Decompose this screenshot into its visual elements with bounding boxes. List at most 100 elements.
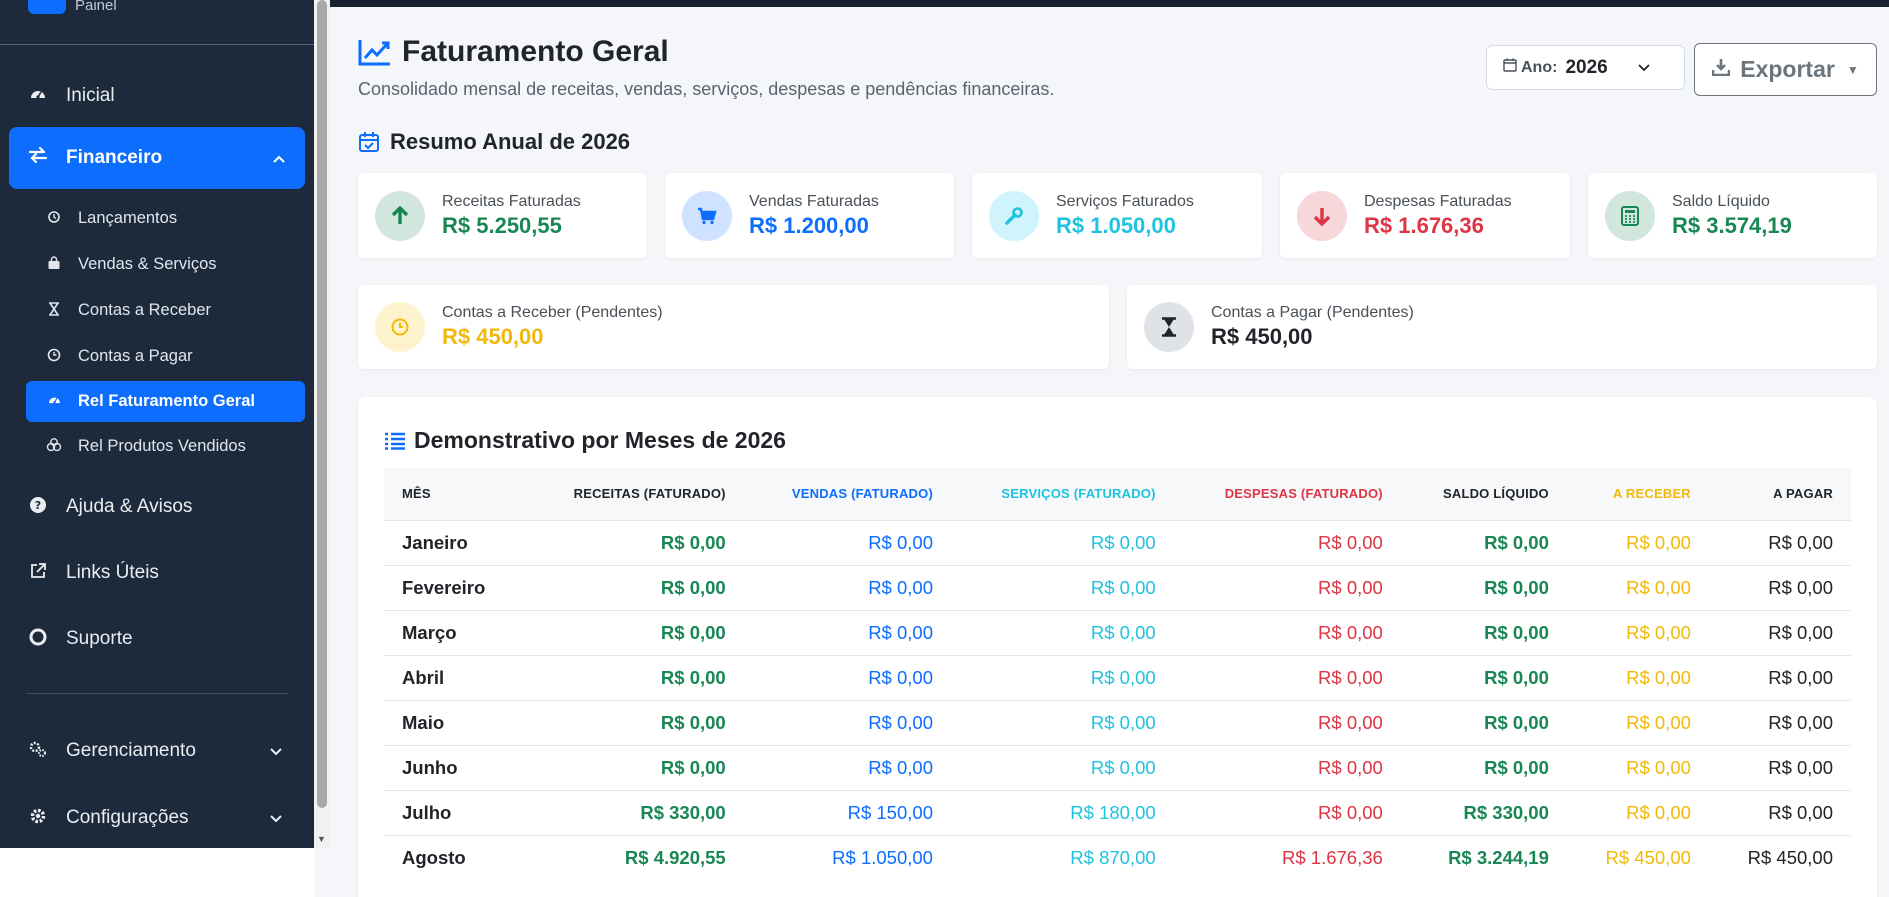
sidebar-item-configuracoes[interactable]: Configurações xyxy=(0,797,314,839)
table-row: Junho R$ 0,00 R$ 0,00 R$ 0,00 R$ 0,00 R$ 0,00… xyxy=(384,744,1851,790)
card-label: Receitas Faturadas xyxy=(442,192,581,210)
month-cell: Janeiro xyxy=(384,519,524,565)
value-cell: R$ 330,00 xyxy=(523,789,744,835)
list-icon xyxy=(385,432,405,450)
sidebar-item-inicial[interactable]: Inicial xyxy=(0,75,314,117)
col-header[interactable]: DESPESAS (FATURADO) xyxy=(1174,468,1401,520)
value-cell: R$ 0,00 xyxy=(1708,564,1851,610)
month-cell: Março xyxy=(384,609,524,655)
sidebar-item-label: Financeiro xyxy=(66,147,163,168)
value-cell: R$ 150,00 xyxy=(743,789,951,835)
sidebar: Painel Inicial Financeiro Lançamentos Ve… xyxy=(0,0,314,848)
value-cell: R$ 450,00 xyxy=(1708,834,1851,880)
col-header[interactable]: RECEITAS (FATURADO) xyxy=(524,468,744,520)
sidebar-item-label: Inicial xyxy=(66,85,115,106)
monthly-table: MÊS RECEITAS (FATURADO) VENDAS (FATURADO… xyxy=(384,468,1851,880)
value-cell: R$ 3.244,19 xyxy=(1400,834,1567,880)
card-saldo: Saldo Líquido R$ 3.574,19 xyxy=(1588,173,1877,258)
sidebar-item-financeiro[interactable]: Financeiro xyxy=(9,127,305,189)
chevron-up-icon xyxy=(273,151,285,166)
sidebar-item-suporte[interactable]: Suporte xyxy=(0,618,314,660)
clock-icon xyxy=(46,348,62,365)
value-cell: R$ 0,00 xyxy=(950,519,1174,565)
col-header[interactable]: SALDO LÍQUIDO xyxy=(1401,468,1567,520)
value-cell: R$ 0,00 xyxy=(1400,609,1567,655)
sidebar-subitem-label: Contas a Pagar xyxy=(78,346,193,365)
card-receitas: Receitas Faturadas R$ 5.250,55 xyxy=(358,173,647,258)
sidebar-subitem-rel-produtos-vendidos[interactable]: Rel Produtos Vendidos xyxy=(0,425,314,467)
summary-title-text: Resumo Anual de 2026 xyxy=(390,129,631,154)
card-vendas: Vendas Faturadas R$ 1.200,00 xyxy=(665,173,954,258)
brand-text: Painel xyxy=(75,0,117,14)
col-header[interactable]: A PAGAR xyxy=(1709,468,1851,520)
brand-logo[interactable] xyxy=(28,0,66,14)
sidebar-subitem-contas-pagar[interactable]: Contas a Pagar xyxy=(0,335,314,377)
value-cell: R$ 0,00 xyxy=(950,609,1174,655)
value-cell: R$ 0,00 xyxy=(743,699,951,745)
summary-title: Resumo Anual de 2026 xyxy=(358,129,630,155)
year-select[interactable]: Ano: 2026 xyxy=(1486,45,1685,90)
monthly-table-card: Demonstrativo por Meses de 2026 MÊS RECE… xyxy=(358,397,1877,897)
sidebar-subitem-contas-receber[interactable]: Contas a Receber xyxy=(0,289,314,331)
value-cell: R$ 0,00 xyxy=(1566,699,1709,745)
value-cell: R$ 330,00 xyxy=(1400,789,1567,835)
value-cell: R$ 0,00 xyxy=(1173,609,1401,655)
sidebar-subitem-label: Contas a Receber xyxy=(78,300,211,319)
sidebar-subitem-lancamentos[interactable]: Lançamentos xyxy=(0,197,314,239)
col-header[interactable]: A RECEBER xyxy=(1567,468,1709,520)
scroll-down-arrow-icon[interactable]: ▼ xyxy=(317,834,326,844)
col-header[interactable]: VENDAS (FATURADO) xyxy=(744,468,951,520)
value-cell: R$ 0,00 xyxy=(1566,519,1709,565)
table-row: Março R$ 0,00 R$ 0,00 R$ 0,00 R$ 0,00 R$ 0,00… xyxy=(384,609,1851,655)
value-cell: R$ 0,00 xyxy=(1173,699,1401,745)
sidebar-subitem-label: Lançamentos xyxy=(78,208,178,227)
value-cell: R$ 0,00 xyxy=(950,699,1174,745)
value-cell: R$ 0,00 xyxy=(1173,654,1401,700)
sidebar-item-ajuda-avisos[interactable]: ? Ajuda & Avisos xyxy=(0,486,314,528)
chevron-down-icon xyxy=(270,744,282,759)
value-cell: R$ 4.920,55 xyxy=(523,834,744,880)
value-cell: R$ 0,00 xyxy=(1173,789,1401,835)
sidebar-subitem-rel-faturamento-geral[interactable]: Rel Faturamento Geral xyxy=(26,381,305,422)
sidebar-divider xyxy=(26,693,289,694)
value-cell: R$ 0,00 xyxy=(1400,744,1567,790)
hourglass-icon xyxy=(46,301,62,319)
export-button[interactable]: Exportar ▼ xyxy=(1694,43,1877,96)
month-cell: Junho xyxy=(384,744,524,790)
col-header[interactable]: SERVIÇOS (FATURADO) xyxy=(951,468,1174,520)
value-cell: R$ 0,00 xyxy=(743,519,951,565)
value-cell: R$ 0,00 xyxy=(523,564,744,610)
value-cell: R$ 0,00 xyxy=(523,609,744,655)
boxes-icon xyxy=(46,437,62,455)
sidebar-subitem-vendas-servicos[interactable]: Vendas & Serviços xyxy=(0,243,314,285)
card-label: Despesas Faturadas xyxy=(1364,192,1512,210)
sidebar-subitem-label: Rel Faturamento Geral xyxy=(78,392,255,410)
table-row: Julho R$ 330,00 R$ 150,00 R$ 180,00 R$ 0,00 R… xyxy=(384,789,1851,835)
value-cell: R$ 0,00 xyxy=(1708,699,1851,745)
value-cell: R$ 0,00 xyxy=(523,699,744,745)
col-header[interactable]: MÊS xyxy=(384,468,524,520)
page-title-text: Faturamento Geral xyxy=(402,35,669,68)
calendar-icon xyxy=(1503,58,1517,77)
sidebar-subitem-label: Rel Produtos Vendidos xyxy=(78,436,246,455)
sidebar-scrollbar[interactable]: ▼ xyxy=(314,0,330,848)
card-label: Contas a Pagar (Pendentes) xyxy=(1211,304,1414,321)
scrollbar-thumb[interactable] xyxy=(317,0,327,808)
top-bar xyxy=(330,0,1889,7)
sidebar-item-gerenciamento[interactable]: Gerenciamento xyxy=(0,730,314,772)
calculator-icon xyxy=(1605,190,1655,241)
card-despesas: Despesas Faturadas R$ 1.676,36 xyxy=(1280,173,1570,258)
table-row: Agosto R$ 4.920,55 R$ 1.050,00 R$ 870,00 R$ … xyxy=(384,834,1851,880)
value-cell: R$ 0,00 xyxy=(950,564,1174,610)
value-cell: R$ 0,00 xyxy=(1566,609,1709,655)
card-label: Saldo Líquido xyxy=(1672,192,1770,210)
shopping-cart-icon xyxy=(682,190,732,241)
card-contas-receber: Contas a Receber (Pendentes) R$ 450,00 xyxy=(358,285,1109,369)
chevron-down-icon xyxy=(1638,61,1650,75)
card-value: R$ 450,00 xyxy=(442,324,544,349)
value-cell: R$ 0,00 xyxy=(950,744,1174,790)
sidebar-item-label: Suporte xyxy=(66,628,133,649)
table-header-row: MÊS RECEITAS (FATURADO) VENDAS (FATURADO… xyxy=(384,468,1851,520)
download-icon xyxy=(1711,58,1731,81)
sidebar-item-links-uteis[interactable]: Links Úteis xyxy=(0,552,314,594)
